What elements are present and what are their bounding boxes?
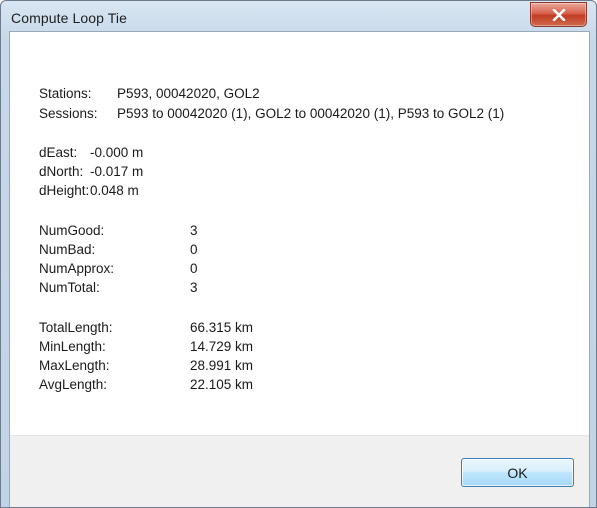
dialog-client-area: Stations: P593, 00042020, GOL2 Sessions:… bbox=[9, 31, 590, 507]
delta-value: 0.048 m bbox=[90, 183, 139, 198]
sessions-value: P593 to 00042020 (1), GOL2 to 00042020 (… bbox=[117, 106, 505, 121]
delta-value: -0.017 m bbox=[90, 164, 144, 179]
results-panel: Stations: P593, 00042020, GOL2 Sessions:… bbox=[10, 32, 589, 435]
length-value: 14.729 km bbox=[190, 339, 254, 354]
length-label: TotalLength: bbox=[39, 320, 113, 335]
title-bar[interactable]: Compute Loop Tie bbox=[1, 1, 596, 31]
count-value: 0 bbox=[190, 242, 198, 257]
delta-label: dNorth: bbox=[39, 164, 84, 179]
count-label: NumGood: bbox=[39, 223, 105, 238]
length-label: MaxLength: bbox=[39, 358, 110, 373]
count-label: NumApprox: bbox=[39, 261, 115, 276]
length-label: MinLength: bbox=[39, 339, 106, 354]
close-icon bbox=[552, 8, 566, 21]
length-value: 66.315 km bbox=[190, 320, 254, 335]
stations-value: P593, 00042020, GOL2 bbox=[117, 86, 260, 101]
length-value: 22.105 km bbox=[190, 377, 254, 392]
dialog-window: Compute Loop Tie Stations: P593, 0004202… bbox=[0, 0, 597, 508]
count-value: 3 bbox=[190, 223, 198, 238]
ok-button[interactable]: OK bbox=[461, 458, 574, 487]
count-value: 0 bbox=[190, 261, 198, 276]
close-button[interactable] bbox=[530, 2, 587, 27]
window-title: Compute Loop Tie bbox=[11, 10, 128, 26]
length-label: AvgLength: bbox=[39, 377, 108, 392]
stations-label: Stations: bbox=[39, 86, 92, 101]
count-value: 3 bbox=[190, 280, 198, 295]
count-label: NumTotal: bbox=[39, 280, 100, 295]
sessions-label: Sessions: bbox=[39, 106, 98, 121]
delta-label: dEast: bbox=[39, 145, 78, 160]
length-value: 28.991 km bbox=[190, 358, 254, 373]
button-bar: OK bbox=[10, 435, 589, 507]
delta-label: dHeight: bbox=[39, 183, 90, 198]
count-label: NumBad: bbox=[39, 242, 96, 257]
delta-value: -0.000 m bbox=[90, 145, 144, 160]
